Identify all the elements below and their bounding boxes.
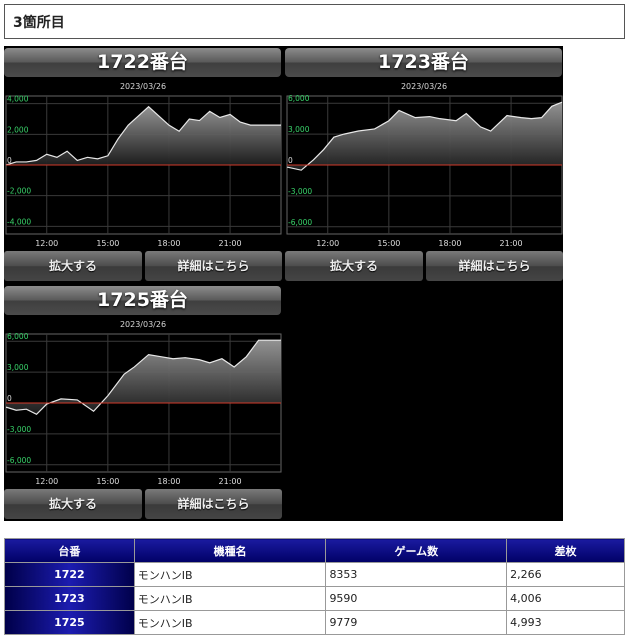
x-tick-label: 21:00 <box>219 239 242 248</box>
difference-cell: 4,006 <box>506 586 625 611</box>
x-tick-label: 18:00 <box>438 239 461 248</box>
detail-button[interactable]: 詳細はこちら <box>145 251 282 281</box>
y-tick-label: 2,000 <box>7 125 29 134</box>
y-tick-label: 0 <box>288 156 293 165</box>
x-tick-label: 12:00 <box>316 239 339 248</box>
graph-date: 2023/03/26 <box>119 320 167 329</box>
y-tick-label: 3,000 <box>7 363 29 372</box>
zoom-button[interactable]: 拡大する <box>4 489 142 519</box>
x-tick-label: 18:00 <box>157 477 180 486</box>
y-tick-label: 0 <box>7 394 12 403</box>
machine-number-cell[interactable]: 1725 <box>4 610 135 635</box>
y-tick-label: -6,000 <box>288 218 312 227</box>
table-row: 1725 モンハンIB 9779 4,993 <box>4 610 625 635</box>
y-tick-label: 6,000 <box>288 94 310 103</box>
y-tick-label: -3,000 <box>288 187 312 196</box>
x-tick-label: 15:00 <box>377 239 400 248</box>
machine-number-cell[interactable]: 1723 <box>4 586 135 611</box>
zoom-button[interactable]: 拡大する <box>4 251 142 281</box>
table-row: 1722 モンハンIB 8353 2,266 <box>4 562 625 587</box>
header-difference: 差枚 <box>506 538 625 563</box>
zoom-button[interactable]: 拡大する <box>285 251 423 281</box>
table-header-row: 台番 機種名 ゲーム数 差枚 <box>4 538 625 563</box>
machine-card-1723: 1723番台 2023/03/26 6,000 3,000 0 -3,000 -6,00… <box>285 46 563 283</box>
y-tick-label: 6,000 <box>7 332 29 341</box>
machine-title-button[interactable]: 1723番台 <box>285 48 562 77</box>
y-tick-label: -4,000 <box>7 217 31 226</box>
slump-graph-1723: 6,000 3,000 0 -3,000 -6,000 12:00 15:00 18:00 21… <box>286 94 563 248</box>
x-tick-label: 12:00 <box>35 477 58 486</box>
y-tick-label: -3,000 <box>7 425 31 434</box>
machine-card-1722: 1722番台 2023/03/26 4,000 2,000 0 -2,000 -4,00… <box>4 46 282 283</box>
header-game-count: ゲーム数 <box>325 538 508 563</box>
table-row: 1723 モンハンIB 9590 4,006 <box>4 586 625 611</box>
machine-number-cell[interactable]: 1722 <box>4 562 135 587</box>
machine-title-button[interactable]: 1725番台 <box>4 286 281 315</box>
summary-table: 台番 機種名 ゲーム数 差枚 1722 モンハンIB 8353 2,266 17… <box>4 538 625 635</box>
x-tick-label: 18:00 <box>157 239 180 248</box>
detail-button[interactable]: 詳細はこちら <box>426 251 563 281</box>
model-name-cell: モンハンIB <box>133 610 327 635</box>
y-tick-label: -2,000 <box>7 187 31 196</box>
game-count-cell: 9590 <box>325 586 508 611</box>
game-count-cell: 9779 <box>325 610 508 635</box>
graph-panel: 1722番台 2023/03/26 4,000 2,000 0 -2,000 -4,00… <box>4 46 563 521</box>
detail-button[interactable]: 詳細はこちら <box>145 489 282 519</box>
slump-graph-1722: 4,0002,0000-2,000-4,00012:00 15:00 18:00 21… <box>5 95 282 248</box>
machine-card-1725: 1725番台 2023/03/26 6,000 3,000 0 -3,000 -6,00… <box>4 284 282 521</box>
graph-date: 2023/03/26 <box>119 82 167 91</box>
header-model-name: 機種名 <box>133 538 327 563</box>
model-name-cell: モンハンIB <box>133 562 327 587</box>
header-machine-number: 台番 <box>4 538 135 563</box>
x-tick-label: 15:00 <box>96 477 119 486</box>
machine-title-button[interactable]: 1722番台 <box>4 48 281 77</box>
y-tick-label: 3,000 <box>288 125 310 134</box>
x-tick-label: 15:00 <box>96 239 119 248</box>
x-tick-label: 12:00 <box>35 239 58 248</box>
y-tick-label: 4,000 <box>7 95 29 104</box>
x-tick-label: 21:00 <box>219 477 242 486</box>
game-count-cell: 8353 <box>325 562 508 587</box>
model-name-cell: モンハンIB <box>133 586 327 611</box>
difference-cell: 4,993 <box>506 610 625 635</box>
y-tick-label: -6,000 <box>7 456 31 465</box>
slump-graph-1725: 6,000 3,000 0 -3,000 -6,000 12:00 15:00 18:00 21… <box>5 332 282 486</box>
x-tick-label: 21:00 <box>500 239 523 248</box>
difference-cell: 2,266 <box>506 562 625 587</box>
graph-date: 2023/03/26 <box>400 82 448 91</box>
section-title: 3箇所目 <box>4 4 625 39</box>
